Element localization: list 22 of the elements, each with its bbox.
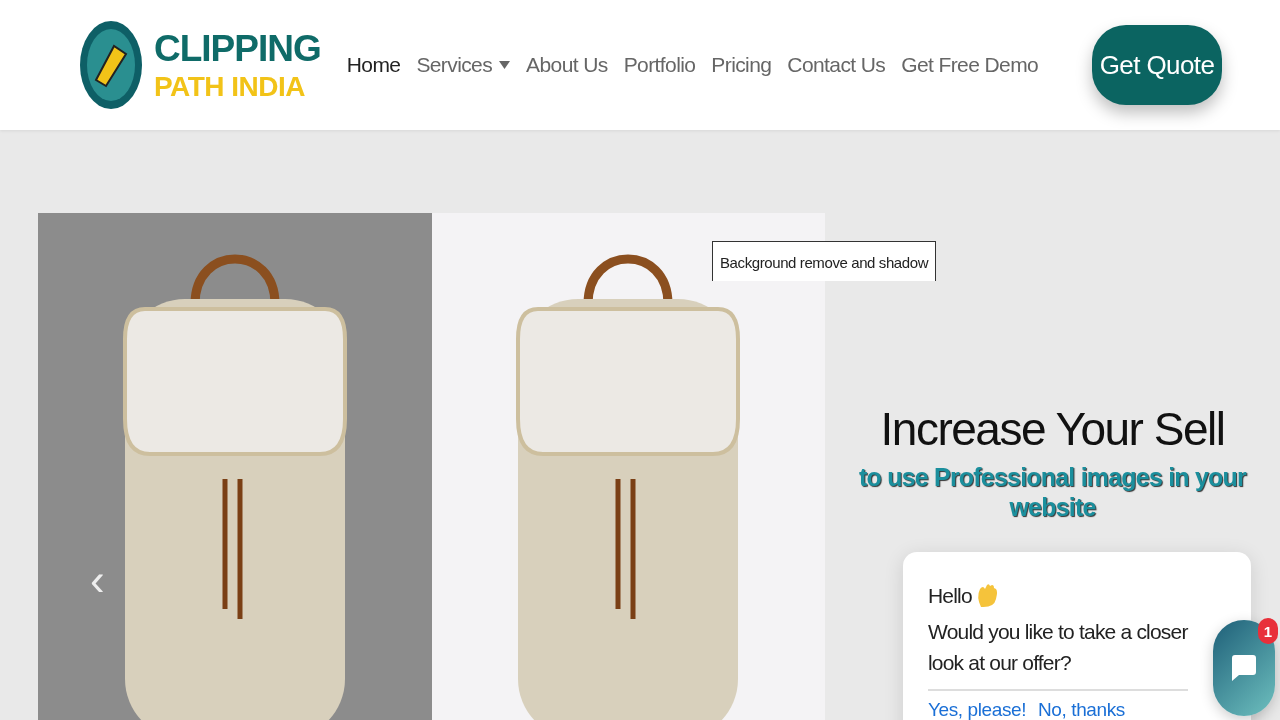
hero-title: Increase Your Sell <box>880 402 1225 456</box>
chat-reply-link[interactable]: No, thanks <box>1038 698 1125 720</box>
logo-text: PATH INDIA <box>154 72 307 101</box>
image-caption: Background remove and shadow <box>712 241 937 281</box>
waving-hand-icon <box>975 582 998 609</box>
nav-link[interactable]: Home <box>346 53 401 77</box>
nav-link[interactable]: Get Free Demo <box>901 53 1039 77</box>
nav-link[interactable]: About Us <box>526 53 608 77</box>
notification-badge: 1 <box>1258 618 1278 644</box>
get-quote-button[interactable]: Get Quote <box>1092 25 1222 105</box>
nav-link[interactable]: Pricing <box>711 53 772 77</box>
chat-message: Would you like to take a closer look at our offer? <box>928 618 1189 676</box>
chat-greeting: Hello <box>928 583 972 609</box>
previous-slide-button[interactable]: ‹ <box>86 558 109 602</box>
chat-reply-link[interactable]: Yes, please! <box>928 698 1027 720</box>
logo-text: CLIPPING <box>154 29 321 67</box>
caret-icon <box>499 61 511 69</box>
nav-link[interactable]: Contact Us <box>787 53 886 77</box>
hero-subtitle: to use Professional images in your website <box>858 462 1248 522</box>
chat-bubble-icon <box>1232 655 1256 681</box>
nav-link[interactable]: Services <box>416 53 511 77</box>
nav-link[interactable]: Portfolio <box>623 53 696 77</box>
